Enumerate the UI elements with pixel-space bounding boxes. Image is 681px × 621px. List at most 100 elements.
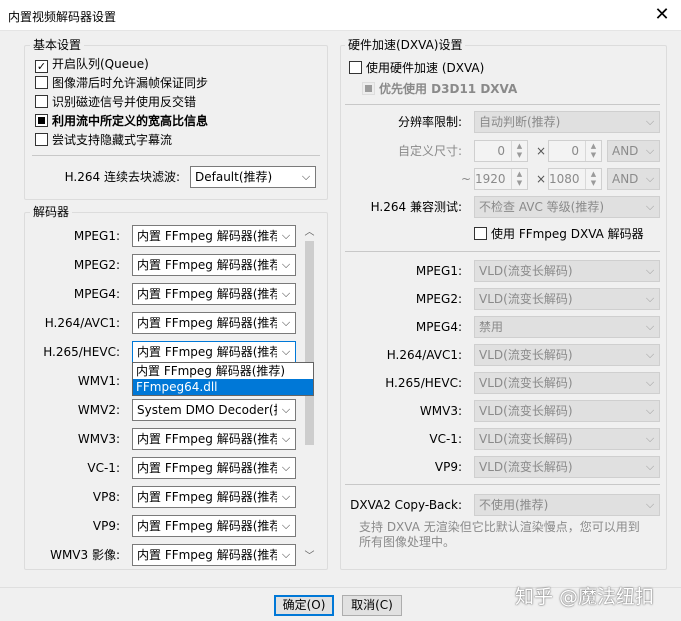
copyback-hint-line2: 所有图像处理中。 [359,535,456,549]
spinner-arrows-icon[interactable]: ▲ ▼ [511,141,527,161]
decoder-select[interactable]: 内置 FFmpeg 解码器(推荐)⌵ [132,225,296,247]
hw-codec-select[interactable]: VLD(流变长解码) ⌵ [474,344,660,366]
chevron-down-icon: ⌵ [277,458,295,478]
deblock-label: H.264 连续去块滤波: [64,170,180,184]
use-hw-accel-checkbox[interactable]: 使用硬件加速 (DXVA) [349,60,484,76]
scroll-thumb[interactable] [305,241,314,445]
divider [345,251,660,252]
aspect-ratio-checkbox[interactable]: 利用流中所定义的宽高比信息 [35,113,208,129]
chevron-down-icon: ⌵ [277,429,295,449]
range-tilde: ~ [461,172,472,186]
spinner-arrows-icon[interactable]: ▲ ▼ [511,169,527,189]
decoder-select[interactable]: 内置 FFmpeg 解码器(推荐)⌵ [132,283,296,305]
chevron-down-icon: ⌵ [641,289,659,309]
deinterlace-checkbox[interactable]: 识别磁迹信号并使用反交错 [35,94,196,110]
hw-codec-select[interactable]: VLD(流变长解码) ⌵ [474,288,660,310]
copyback-select[interactable]: 不使用(推荐) ⌵ [474,494,660,516]
max-operator-select[interactable]: AND ⌵ [607,168,660,190]
decoder-select[interactable]: 内置 FFmpeg 解码器(推荐)⌵ [132,486,296,508]
decoder-label: H.264/AVC1: [44,316,120,330]
h264-compat-select[interactable]: 不检查 AVC 等级(推荐) ⌵ [474,196,660,218]
chevron-down-icon: ⌵ [297,167,315,187]
decoder-label: MPEG4: [73,287,120,301]
hw-accel-title: 硬件加速(DXVA)设置 [345,38,466,52]
hw-codec-label: VC-1: [429,432,462,446]
divider [345,104,660,105]
max-height-spinner[interactable]: 1080 ▲ ▼ [548,168,602,190]
partial-check-icon [362,82,375,95]
h264-compat-label: H.264 兼容测试: [370,200,462,214]
max-width-spinner[interactable]: 1920 ▲ ▼ [474,168,528,190]
window-title: 内置视频解码器设置 [8,10,117,24]
decoder-select[interactable]: 内置 FFmpeg 解码器(推荐)⌵ [132,544,296,566]
resolution-limit-select[interactable]: 自动判断(推荐) ⌵ [474,111,660,133]
chevron-down-icon: ⌵ [641,457,659,477]
scroll-down-icon[interactable]: ﹀ [301,548,318,565]
hw-codec-select[interactable]: VLD(流变长解码) ⌵ [474,456,660,478]
close-icon[interactable]: ✕ [651,4,673,26]
decoder-label: VP9: [92,519,120,533]
decoder-label: VC-1: [87,461,120,475]
cancel-button[interactable]: 取消(C) [342,595,402,616]
hw-codec-label: MPEG2: [415,292,462,306]
dropdown-option-selected[interactable]: FFmpeg64.dll [133,379,313,395]
allow-frame-drop-checkbox[interactable]: 图像滞后时允许漏帧保证同步 [35,75,208,91]
chevron-down-icon: ⌵ [641,495,659,515]
chevron-down-icon: ⌵ [277,342,295,362]
min-operator-select[interactable]: AND ⌵ [607,140,660,162]
custom-size-label: 自定义尺寸: [397,144,462,158]
chevron-down-icon: ⌵ [277,516,295,536]
decoder-label: VP8: [92,490,120,504]
checkmark-icon: ✓ [35,60,48,73]
dropdown-option[interactable]: 内置 FFmpeg 解码器(推荐) [133,363,313,379]
min-height-spinner[interactable]: 0 ▲ ▼ [548,140,602,162]
watermark-text: 知乎 @魔法纽扣 [515,586,655,608]
decoder-label: WMV3: [77,432,120,446]
hw-codec-label: VP9: [434,460,462,474]
hw-codec-select[interactable]: VLD(流变长解码) ⌵ [474,372,660,394]
prefer-d3d11-checkbox[interactable]: 优先使用 D3D11 DXVA [362,81,517,97]
hw-codec-select[interactable]: VLD(流变长解码) ⌵ [474,260,660,282]
ffmpeg-dxva-checkbox[interactable]: 使用 FFmpeg DXVA 解码器 [474,226,644,242]
decoder-label: WMV3 影像: [50,548,120,562]
decoder-select[interactable]: 内置 FFmpeg 解码器(推荐)⌵ [132,428,296,450]
copyback-label: DXVA2 Copy-Back: [350,498,462,512]
decoder-select[interactable]: 内置 FFmpeg 解码器(推荐)⌵ [132,312,296,334]
hw-codec-label: H.264/AVC1: [386,348,462,362]
scroll-up-icon[interactable]: ︿ [301,224,318,241]
hw-codec-select[interactable]: 禁用 ⌵ [474,316,660,338]
chevron-down-icon: ⌵ [277,545,295,565]
deblock-select[interactable]: Default(推荐) ⌵ [190,166,316,188]
chevron-down-icon: ⌵ [277,313,295,333]
chevron-down-icon: ⌵ [277,284,295,304]
min-width-spinner[interactable]: 0 ▲ ▼ [474,140,528,162]
decoder-select[interactable]: 内置 FFmpeg 解码器(推荐)⌵ [132,254,296,276]
decoder-select[interactable]: 内置 FFmpeg 解码器(推荐)⌵ [132,341,296,363]
divider [32,155,320,156]
chevron-down-icon: ⌵ [641,141,659,161]
closed-captions-checkbox[interactable]: 尝试支持隐藏式字幕流 [35,132,172,148]
chevron-down-icon: ⌵ [641,373,659,393]
ok-button[interactable]: 确定(O) [274,595,334,616]
hw-codec-label: MPEG4: [415,320,462,334]
chevron-down-icon: ⌵ [641,169,659,189]
decoder-select[interactable]: 内置 FFmpeg 解码器(推荐)⌵ [132,457,296,479]
decoder-select[interactable]: System DMO Decoder(推荐) ⌵ [132,399,296,421]
hw-codec-label: MPEG1: [415,264,462,278]
hw-codec-select[interactable]: VLD(流变长解码) ⌵ [474,428,660,450]
decoder-label: MPEG2: [73,258,120,272]
chevron-down-icon: ⌵ [277,226,295,246]
decoder-label: MPEG1: [73,229,120,243]
hw-codec-select[interactable]: VLD(流变长解码) ⌵ [474,400,660,422]
chevron-down-icon: ⌵ [641,429,659,449]
divider [345,484,660,485]
spinner-arrows-icon[interactable]: ▲ ▼ [585,141,601,161]
chevron-down-icon: ⌵ [641,401,659,421]
queue-checkbox[interactable]: ✓ 开启队列(Queue) [35,56,149,73]
decoder-dropdown-list[interactable]: 内置 FFmpeg 解码器(推荐) FFmpeg64.dll [132,362,314,396]
decoder-label: H.265/HEVC: [43,345,120,359]
spinner-arrows-icon[interactable]: ▲ ▼ [585,169,601,189]
hw-codec-label: WMV3: [419,404,462,418]
decoder-select[interactable]: 内置 FFmpeg 解码器(推荐)⌵ [132,515,296,537]
chevron-down-icon: ⌵ [641,317,659,337]
